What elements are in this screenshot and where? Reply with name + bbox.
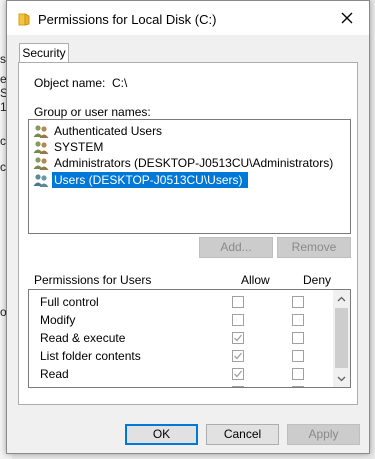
allow-checkbox[interactable]	[232, 332, 244, 344]
permission-name: Read	[40, 367, 69, 381]
object-name-label: Object name:	[34, 76, 106, 90]
permission-row-partial	[29, 383, 329, 387]
title-bar[interactable]: Permissions for Local Disk (C:)	[7, 1, 369, 35]
add-button[interactable]: Add...	[199, 237, 273, 258]
remove-button[interactable]: Remove	[277, 237, 351, 258]
deny-checkbox[interactable]	[292, 368, 304, 380]
permission-row-full-control: Full control	[29, 293, 329, 311]
cancel-button[interactable]: Cancel	[206, 424, 279, 445]
close-icon	[341, 12, 353, 24]
permissions-list[interactable]: Full control Modify Read & execute List …	[28, 289, 351, 388]
permission-row-list-folder: List folder contents	[29, 347, 329, 365]
permission-name: Read & execute	[40, 331, 126, 345]
checkmark-icon	[234, 370, 243, 378]
permissions-label: Permissions for Users	[34, 273, 152, 287]
close-button[interactable]	[325, 1, 369, 35]
deny-checkbox[interactable]	[292, 332, 304, 344]
deny-checkbox[interactable]	[292, 386, 304, 387]
list-item-label: Authenticated Users	[54, 124, 163, 138]
list-item-users[interactable]: Users (DESKTOP-J0513CU\Users)	[33, 172, 249, 188]
allow-checkbox[interactable]	[232, 296, 244, 308]
checkmark-icon	[234, 352, 243, 360]
user-group-icon	[33, 141, 49, 154]
scroll-up-button[interactable]	[333, 290, 350, 307]
checkmark-icon	[234, 334, 243, 342]
list-item-system[interactable]: SYSTEM	[33, 139, 105, 155]
tab-security[interactable]: Security	[19, 43, 69, 63]
permission-row-read-execute: Read & execute	[29, 329, 329, 347]
folder-icon	[18, 13, 30, 26]
deny-header: Deny	[303, 273, 332, 287]
permission-name: Full control	[40, 295, 99, 309]
permission-row-modify: Modify	[29, 311, 329, 329]
vertical-scrollbar[interactable]	[333, 290, 350, 387]
list-item-authenticated-users[interactable]: Authenticated Users	[33, 123, 164, 139]
permission-name: Modify	[40, 313, 76, 327]
permission-name: List folder contents	[40, 349, 141, 363]
scroll-thumb[interactable]	[335, 308, 348, 368]
permissions-dialog: Permissions for Local Disk (C:) Security…	[6, 0, 370, 454]
chevron-down-icon	[337, 376, 346, 381]
list-item-label: SYSTEM	[54, 140, 104, 154]
allow-checkbox[interactable]	[232, 350, 244, 362]
user-group-icon	[33, 125, 49, 138]
permission-row-read: Read	[29, 365, 329, 383]
list-item-administrators[interactable]: Administrators (DESKTOP-J0513CU\Administ…	[33, 155, 335, 171]
allow-checkbox[interactable]	[232, 368, 244, 380]
user-group-icon	[33, 157, 49, 170]
group-names-label: Group or user names:	[34, 105, 151, 119]
allow-checkbox[interactable]	[232, 314, 244, 326]
scroll-down-button[interactable]	[333, 370, 350, 387]
apply-button[interactable]: Apply	[287, 424, 360, 445]
deny-checkbox[interactable]	[292, 314, 304, 326]
deny-checkbox[interactable]	[292, 350, 304, 362]
group-user-list[interactable]: Authenticated Users SYSTEM Administrator…	[28, 119, 351, 234]
chevron-up-icon	[337, 296, 346, 301]
user-group-icon	[33, 174, 49, 187]
ok-button[interactable]: OK	[125, 424, 198, 445]
allow-checkbox[interactable]	[232, 386, 244, 387]
deny-checkbox[interactable]	[292, 296, 304, 308]
security-panel: Object name: C:\ Group or user names: Au…	[18, 62, 358, 405]
window-title: Permissions for Local Disk (C:)	[38, 12, 217, 27]
list-item-label: Administrators (DESKTOP-J0513CU\Administ…	[54, 156, 334, 170]
allow-header: Allow	[241, 273, 270, 287]
object-name-value: C:\	[112, 76, 128, 90]
list-item-label: Users (DESKTOP-J0513CU\Users)	[52, 172, 249, 188]
